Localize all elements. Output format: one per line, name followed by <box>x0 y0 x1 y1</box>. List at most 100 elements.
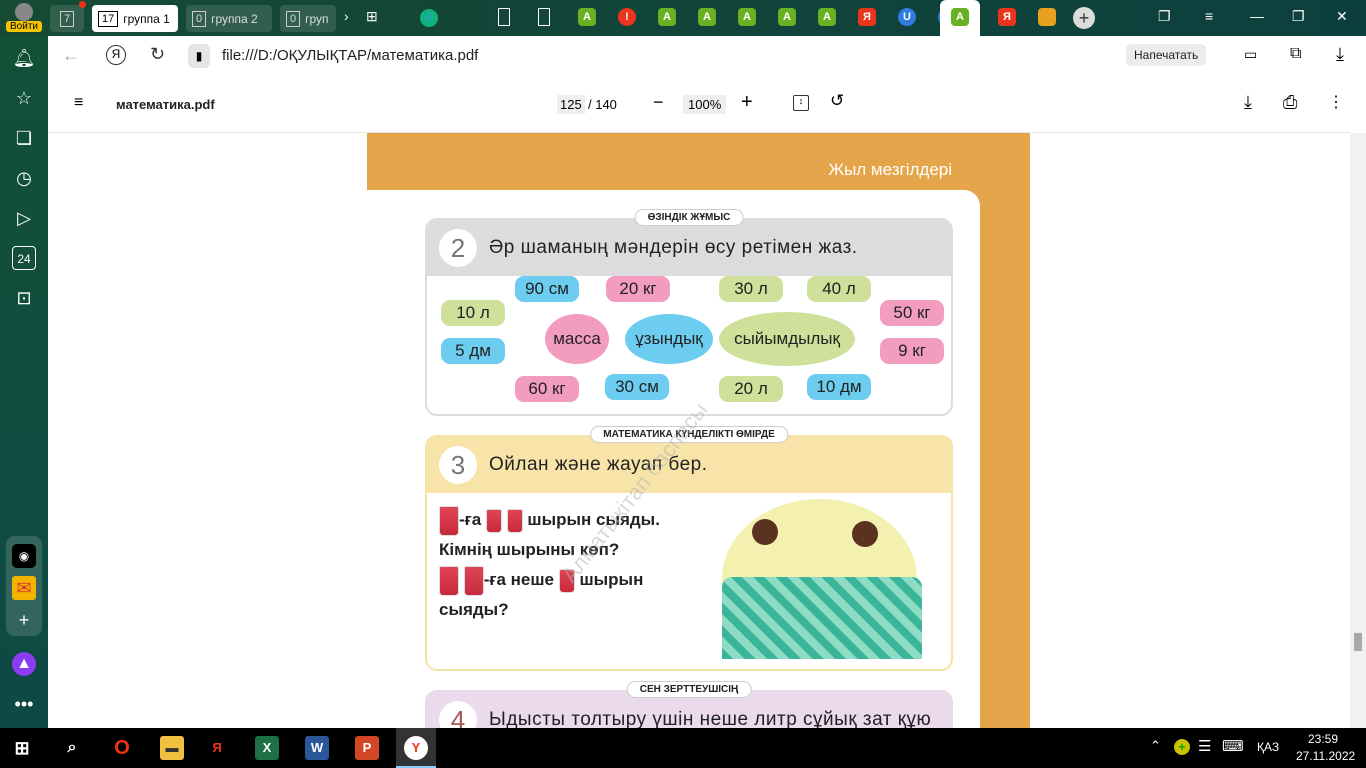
u-icon[interactable]: U <box>898 8 916 26</box>
page-icon[interactable] <box>498 8 510 26</box>
tab-group-2[interactable]: 0 группа 2 <box>186 5 272 32</box>
scrollbar[interactable] <box>1350 133 1366 728</box>
more-icon[interactable]: ••• <box>12 692 36 716</box>
keyboard-icon[interactable]: ⌨ <box>1222 737 1244 755</box>
chevron-right-icon[interactable]: › <box>344 8 349 24</box>
minimize-button[interactable]: — <box>1250 8 1264 24</box>
scrollbar-thumb[interactable] <box>1354 633 1362 651</box>
video-icon[interactable]: ▷ <box>12 206 36 230</box>
home-group-button[interactable]: 7 <box>50 1 86 32</box>
download-icon[interactable]: ⤓ <box>1336 44 1344 65</box>
yandex-icon[interactable]: Я <box>106 45 126 65</box>
a-icon[interactable]: A <box>738 8 756 26</box>
clock-date[interactable]: 27.11.2022 <box>1296 749 1355 763</box>
search-icon[interactable]: ⌕ <box>60 736 84 760</box>
alice-app-icon[interactable]: ◉ <box>12 544 36 568</box>
print-icon[interactable]: ⎙ <box>1283 92 1297 113</box>
yandex-icon[interactable]: Я <box>858 8 876 26</box>
download-icon[interactable]: ⤓ <box>1244 92 1252 113</box>
clock-time[interactable]: 23:59 <box>1308 732 1338 746</box>
add-app-icon[interactable]: + <box>12 608 36 632</box>
login-label: Войти <box>6 21 42 32</box>
value-pill: 30 см <box>605 374 669 400</box>
sidebar-apps-panel: ◉ ✉ + <box>6 536 42 636</box>
yandex-browser-taskbar-button[interactable]: Y <box>396 728 436 768</box>
close-button[interactable]: ✕ <box>1336 8 1348 25</box>
value-pill: 20 л <box>719 376 783 402</box>
a-icon[interactable]: A <box>778 8 796 26</box>
zoom-in-button[interactable]: + <box>741 91 753 114</box>
language-indicator[interactable]: ҚАЗ <box>1257 740 1279 754</box>
calendar-24-icon[interactable]: 24 <box>12 246 36 270</box>
pdf-toolbar: ≡ математика.pdf 125 / 140 − 100% + ↕ ↺ … <box>48 76 1350 133</box>
category-mass: масса <box>545 314 609 364</box>
bell-icon[interactable]: 🔔︎ <box>12 46 36 70</box>
a-icon[interactable]: A <box>578 8 596 26</box>
address-bar: ← Я ↻ ▮ file:///D:/ОҚУЛЫҚТАР/математика.… <box>48 36 1366 76</box>
alice-icon[interactable]: ▲ <box>12 652 36 676</box>
collections-icon[interactable]: ❏ <box>12 126 36 150</box>
page-icon[interactable] <box>538 8 550 26</box>
avatar <box>15 3 33 21</box>
task-2: ӨЗІНДІК ЖҰМЫС 2 Әр шаманың мәндерін өсу р… <box>425 209 953 416</box>
small-glass-icon <box>485 508 502 533</box>
site-tab-icon[interactable] <box>420 9 438 27</box>
group-label: группа 2 <box>211 11 258 26</box>
zoom-out-button[interactable]: − <box>653 92 664 113</box>
rotate-icon[interactable]: ↺ <box>830 91 844 111</box>
image-icon[interactable] <box>1038 8 1056 26</box>
more-options-icon[interactable]: ⋮ <box>1328 92 1344 112</box>
a-icon[interactable]: A <box>698 8 716 26</box>
word-icon[interactable]: W <box>305 736 329 760</box>
value-pill: 90 см <box>515 276 579 302</box>
restore-button[interactable]: ❐ <box>1292 8 1305 25</box>
chevron-up-icon[interactable]: ⌃ <box>1150 738 1161 754</box>
screenshot-icon[interactable]: ⊡ <box>12 286 36 310</box>
tray-app-icon[interactable]: + <box>1174 739 1190 755</box>
task-4: СЕН ЗЕРТТЕУШІСІҢ 4 Ыдысты толтыру үшін не… <box>425 681 953 728</box>
browser-sidebar: 🔔︎ ☆ ❏ ◷ ▷ 24 ⊡ ◉ ✉ + ▲ ••• <box>0 36 48 728</box>
chapter-header: Жыл мезгілдері <box>828 160 952 179</box>
group-label: группа 1 <box>123 11 170 26</box>
tabs-overview-icon[interactable]: ❐ <box>1158 8 1171 25</box>
tab-group-1[interactable]: 17 группа 1 <box>92 5 178 32</box>
star-icon[interactable]: ☆ <box>12 86 36 110</box>
windows-start-icon[interactable]: ⊞ <box>10 736 34 760</box>
url-field[interactable]: file:///D:/ОҚУЛЫҚТАР/математика.pdf <box>222 47 478 64</box>
menu-icon[interactable]: ≡ <box>74 94 83 112</box>
a-icon[interactable]: A <box>818 8 836 26</box>
back-icon[interactable]: ← <box>62 45 80 66</box>
menu-icon[interactable]: ≡ <box>1205 8 1213 24</box>
category-length: ұзындық <box>625 314 713 364</box>
new-tab-button[interactable]: + <box>1073 7 1095 29</box>
yandex-icon[interactable]: Я <box>998 8 1016 26</box>
excel-icon[interactable]: X <box>255 736 279 760</box>
page-content: ӨЗІНДІК ЖҰМЫС 2 Әр шаманың мәндерін өсу р… <box>367 190 980 728</box>
print-button[interactable]: Напечатать <box>1126 44 1207 66</box>
opera-icon[interactable]: O <box>110 736 134 760</box>
powerpoint-icon[interactable]: P <box>355 736 379 760</box>
pdf-page: Жыл мезгілдері ӨЗІНДІК ЖҰМЫС 2 Әр шаманың… <box>367 133 1030 728</box>
history-icon[interactable]: ◷ <box>12 166 36 190</box>
value-pill: 50 кг <box>880 300 944 326</box>
task-number: 3 <box>439 446 477 484</box>
extensions-icon[interactable]: ⧉ <box>1290 45 1301 63</box>
pdf-viewer: Жыл мезгілдері ӨЗІНДІК ЖҰМЫС 2 Әр шаманың… <box>48 133 1350 728</box>
reload-icon[interactable]: ↻ <box>150 44 165 65</box>
mail-icon[interactable]: ✉ <box>12 576 36 600</box>
active-tab[interactable]: A <box>940 0 980 36</box>
tab-group-3[interactable]: 0 груп <box>280 5 336 32</box>
big-glass-icon <box>439 505 459 536</box>
zoom-input[interactable]: 100% <box>683 95 727 114</box>
battery-icon[interactable]: ▭ <box>1244 46 1257 63</box>
profile-button[interactable]: Войти <box>6 3 42 35</box>
alert-icon[interactable]: ! <box>618 8 636 26</box>
yandex-icon[interactable]: Я <box>205 736 229 760</box>
notification-icon[interactable]: ☰ <box>1198 737 1211 755</box>
new-group-icon[interactable]: ⊞ <box>366 8 378 25</box>
fit-page-icon[interactable]: ↕ <box>793 95 809 111</box>
page-number-input[interactable]: 125 <box>557 95 585 114</box>
file-explorer-icon[interactable]: ▬ <box>160 736 184 760</box>
a-icon[interactable]: A <box>658 8 676 26</box>
task-badge: ӨЗІНДІК ЖҰМЫС <box>634 209 744 226</box>
